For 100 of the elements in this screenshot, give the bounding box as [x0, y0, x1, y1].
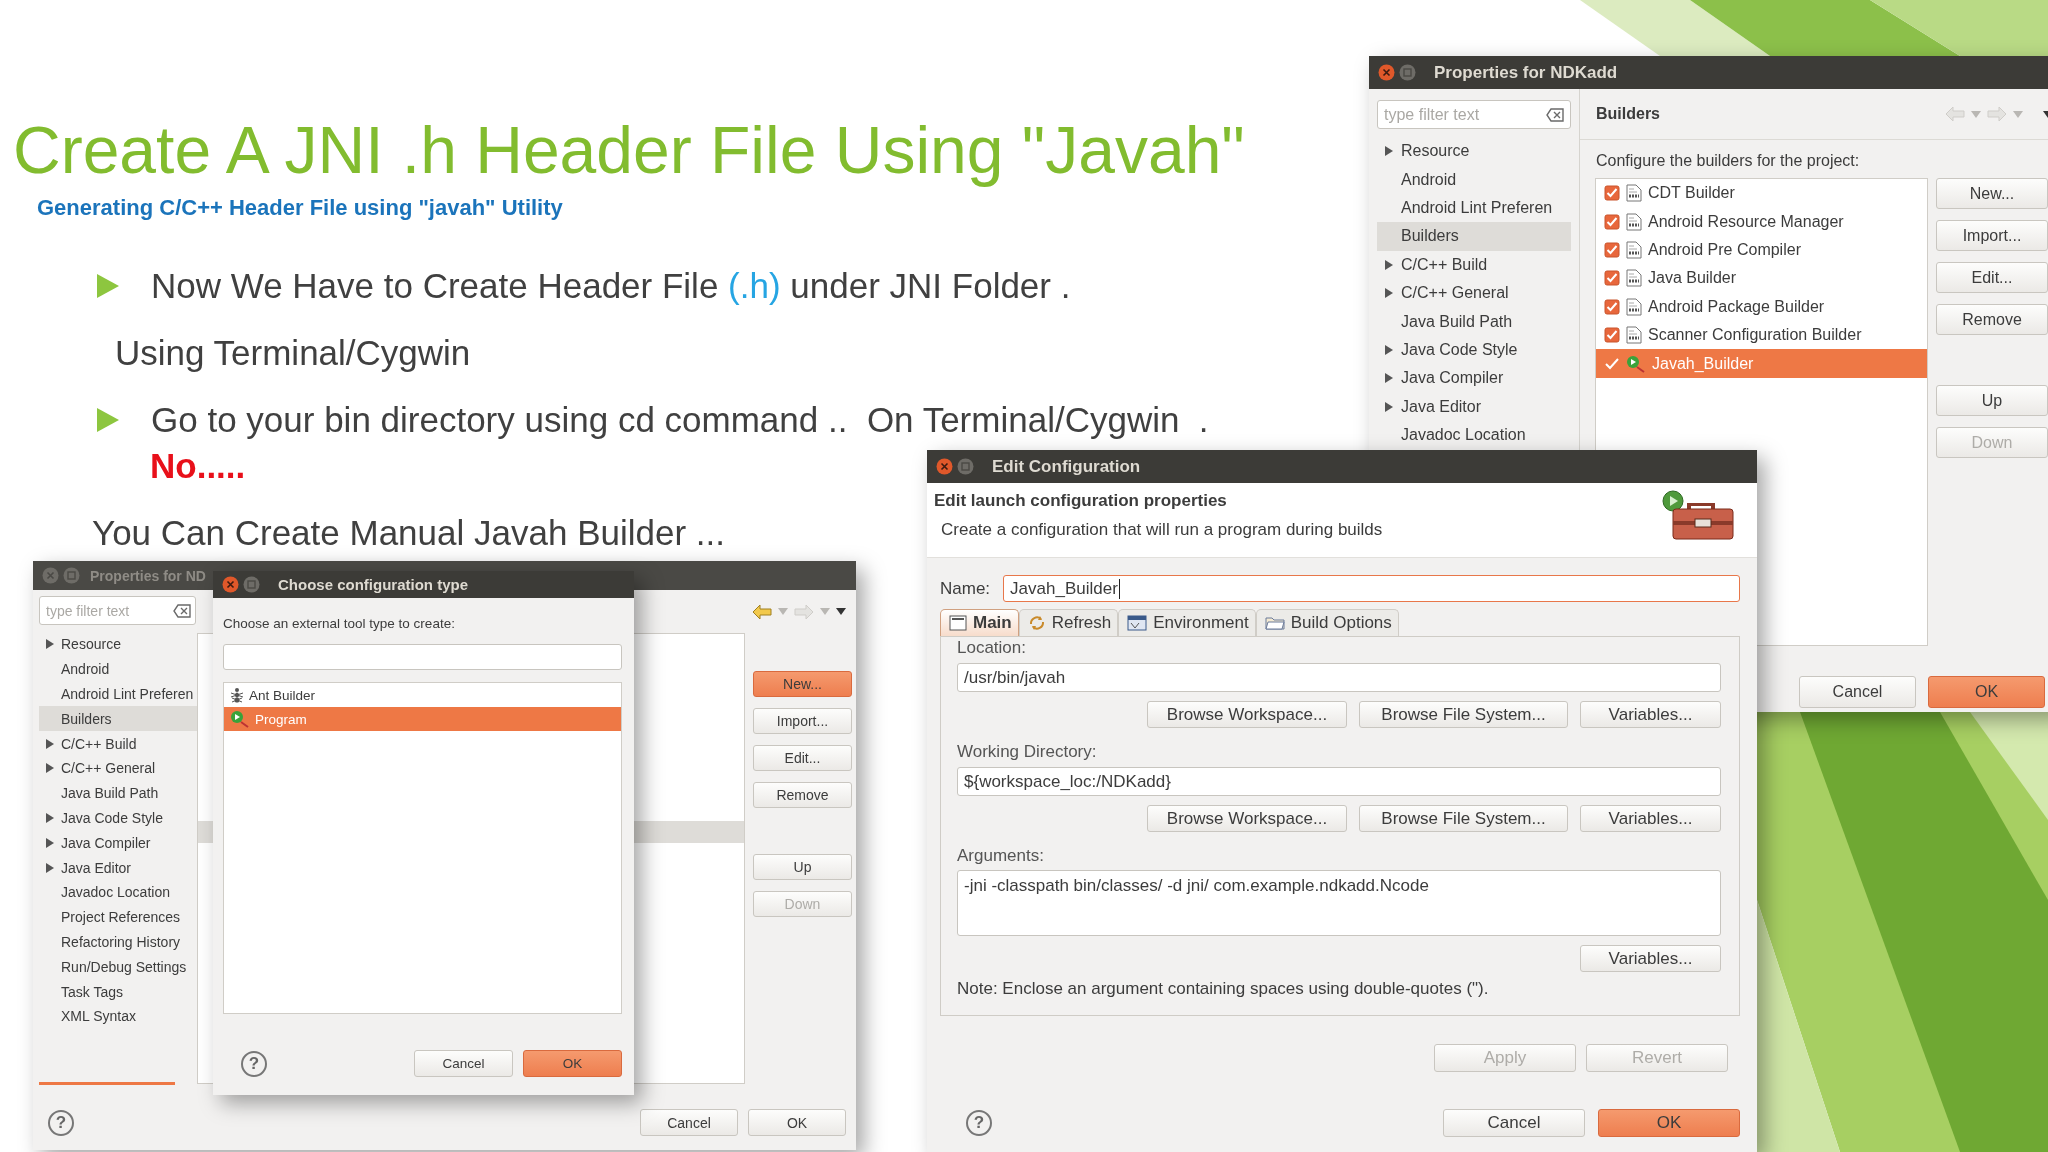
tree-item[interactable]: Android Lint Preferen [1377, 193, 1571, 223]
tree-item[interactable]: Builders [1377, 222, 1571, 251]
clear-icon[interactable] [173, 603, 191, 618]
tree-item[interactable]: Java Build Path [1377, 307, 1571, 336]
tree-item[interactable]: Resource [1377, 137, 1571, 166]
tree-item[interactable]: C/C++ Build [1377, 250, 1571, 279]
expander-icon[interactable] [46, 862, 54, 873]
expander-icon[interactable] [46, 812, 54, 823]
button[interactable]: Import... [753, 708, 852, 734]
button[interactable]: New... [1936, 178, 2048, 209]
checkbox[interactable] [1604, 270, 1620, 287]
tree-item[interactable]: Refactoring History [39, 929, 197, 955]
button[interactable]: Cancel [640, 1109, 738, 1136]
expander-icon[interactable] [1385, 259, 1393, 270]
button[interactable]: Up [753, 854, 852, 880]
button[interactable]: OK [1598, 1109, 1740, 1137]
clear-icon[interactable] [1546, 107, 1564, 122]
button[interactable]: OK [748, 1109, 846, 1136]
tree-item[interactable]: Project References [39, 904, 197, 930]
tree-item[interactable]: C/C++ Build [39, 731, 197, 756]
tree-item[interactable]: Java Editor [39, 855, 197, 880]
button[interactable]: Up [1936, 385, 2048, 416]
tree-item[interactable]: Java Code Style [39, 805, 197, 831]
tab[interactable]: Build Options [1255, 609, 1399, 636]
tree-item[interactable]: Android Lint Preferen [39, 681, 197, 707]
expander-icon[interactable] [1385, 146, 1393, 157]
builder-row[interactable]: Java Builder [1596, 264, 1927, 293]
tree-item[interactable]: C/C++ General [39, 756, 197, 781]
tree-item[interactable]: XML Syntax [39, 1003, 197, 1029]
help-button[interactable]: ? [48, 1109, 74, 1136]
help-button[interactable]: ? [966, 1110, 992, 1136]
tree-item[interactable]: Java Editor [1377, 392, 1571, 421]
help-button[interactable]: ? [241, 1050, 267, 1077]
close-icon[interactable] [936, 458, 953, 475]
builder-row[interactable]: Android Resource Manager [1596, 207, 1927, 236]
minimize-icon[interactable] [957, 458, 974, 475]
tree-item[interactable]: Java Compiler [1377, 364, 1571, 393]
close-icon[interactable] [1378, 64, 1395, 81]
tree-item[interactable]: Android [39, 656, 197, 682]
scrollbar[interactable] [39, 1082, 175, 1085]
tree-item[interactable]: Builders [39, 706, 197, 732]
expander-icon[interactable] [1385, 373, 1393, 384]
expander-icon[interactable] [46, 738, 54, 749]
builder-row[interactable]: Scanner Configuration Builder [1596, 320, 1927, 350]
tab[interactable]: Environment [1118, 609, 1256, 636]
expander-icon[interactable] [1385, 344, 1393, 355]
tree-item[interactable]: Java Build Path [39, 780, 197, 806]
tree-item[interactable]: Javadoc Location [39, 879, 197, 905]
search-field[interactable] [223, 644, 622, 670]
button[interactable]: Browse Workspace... [1147, 701, 1347, 728]
tree-item[interactable]: Resource [39, 632, 197, 657]
text-field[interactable]: /usr/bin/javah [957, 663, 1721, 692]
minimize-icon[interactable] [1399, 64, 1416, 81]
button[interactable]: Edit... [1936, 262, 2048, 293]
button[interactable]: Edit... [753, 745, 852, 771]
checkbox[interactable] [1604, 298, 1620, 315]
button[interactable]: Remove [753, 782, 852, 808]
expander-icon[interactable] [46, 763, 54, 774]
binary-file-icon [1626, 240, 1642, 259]
tree-item[interactable]: Run/Debug Settings [39, 954, 197, 980]
builder-row[interactable]: CDT Builder [1596, 179, 1927, 208]
tree-item[interactable]: Java Code Style [1377, 335, 1571, 365]
button[interactable]: Import... [1936, 220, 2048, 251]
type-item[interactable]: Ant Builder [224, 683, 621, 707]
button[interactable]: Browse File System... [1359, 805, 1568, 832]
tab[interactable]: Refresh [1018, 609, 1119, 636]
builder-row[interactable]: Android Package Builder [1596, 292, 1927, 321]
button[interactable]: Browse Workspace... [1147, 805, 1347, 832]
close-icon[interactable] [222, 576, 239, 593]
text-field[interactable]: ${workspace_loc:/NDKadd} [957, 767, 1721, 796]
checkbox[interactable] [1604, 185, 1620, 202]
button[interactable]: OK [523, 1050, 622, 1077]
expander-icon[interactable] [46, 639, 54, 650]
button[interactable]: Cancel [414, 1050, 513, 1077]
button[interactable]: OK [1928, 676, 2045, 708]
builder-row[interactable]: Android Pre Compiler [1596, 235, 1927, 265]
tab[interactable]: Main [940, 609, 1019, 636]
tree-item[interactable]: Task Tags [39, 979, 197, 1004]
button[interactable]: Variables... [1580, 701, 1721, 728]
button[interactable]: Cancel [1799, 676, 1916, 708]
expander-icon[interactable] [1385, 288, 1393, 299]
checkbox[interactable] [1604, 241, 1620, 258]
expander-icon[interactable] [46, 837, 54, 848]
expander-icon[interactable] [1385, 401, 1393, 412]
button[interactable]: Variables... [1580, 805, 1721, 832]
checkbox[interactable] [1604, 213, 1620, 230]
tree-item[interactable]: Java Compiler [39, 830, 197, 856]
button[interactable]: Remove [1936, 304, 2048, 335]
button[interactable]: Cancel [1443, 1109, 1585, 1137]
tree-item[interactable]: Android [1377, 165, 1571, 194]
button[interactable]: Browse File System... [1359, 701, 1568, 728]
back-icon[interactable] [752, 603, 772, 620]
tree-item[interactable]: Javadoc Location [1377, 420, 1571, 450]
name-field[interactable]: Javah_Builder [1003, 575, 1740, 602]
tree-item[interactable]: C/C++ General [1377, 278, 1571, 308]
arguments-field[interactable]: -jni -classpath bin/classes/ -d jni/ com.example.ndkadd.Ncode [957, 870, 1721, 936]
checkbox[interactable] [1604, 327, 1620, 344]
minimize-icon[interactable] [243, 576, 260, 593]
button[interactable]: Variables... [1580, 945, 1721, 972]
button[interactable]: New... [753, 671, 852, 697]
